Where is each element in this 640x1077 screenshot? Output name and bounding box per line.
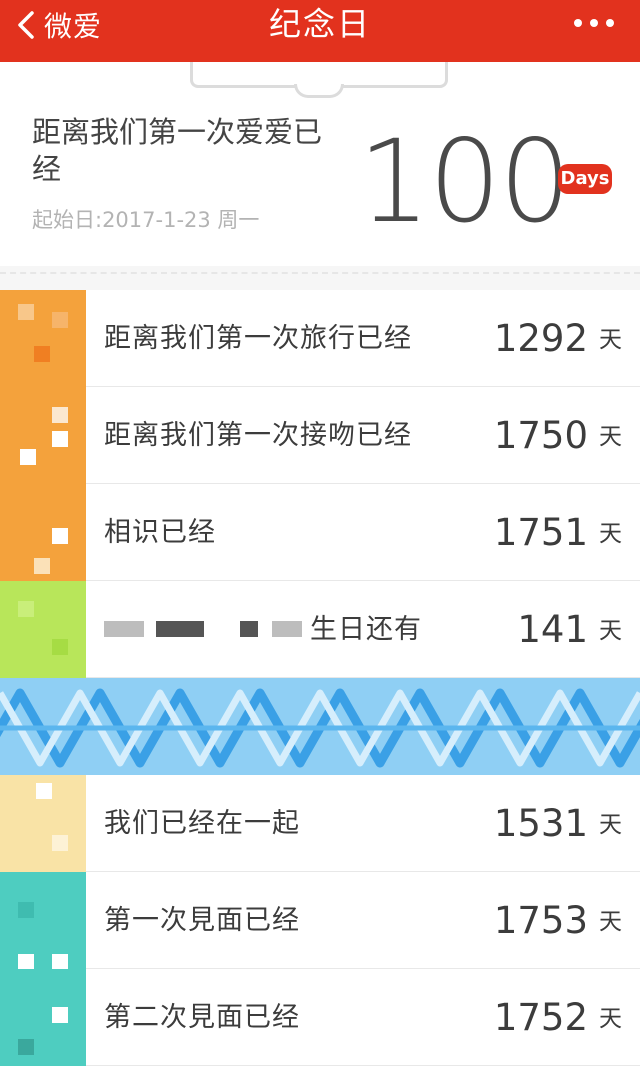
- list-item[interactable]: 我们已经在一起 1531 天: [0, 775, 640, 872]
- list-item-unit: 天: [599, 327, 622, 353]
- list-item-label: 生日还有: [310, 614, 422, 645]
- nav-bar: 微爱 纪念日: [0, 0, 640, 62]
- list-item-unit: 天: [599, 521, 622, 547]
- featured-day-count: 100: [358, 115, 572, 248]
- card-tab-notch: [294, 84, 344, 98]
- list-item-unit: 天: [599, 909, 622, 935]
- list-item-unit: 天: [599, 1006, 622, 1032]
- list-item-label: 距离我们第一次旅行已经: [104, 323, 412, 354]
- featured-start-date: 起始日:2017-1-23 周一: [32, 208, 260, 232]
- list-item-value: 1292: [493, 317, 588, 360]
- redacted-name: [272, 621, 302, 637]
- redacted-name: [156, 621, 204, 637]
- page-title: 纪念日: [268, 5, 371, 43]
- list-item[interactable]: 生日还有 141 天: [0, 581, 640, 678]
- anniversary-icon: [0, 775, 86, 872]
- list-item-label: 相识已经: [104, 517, 216, 548]
- anniversary-icon: [0, 484, 86, 581]
- list-item[interactable]: 第一次見面已经 1753 天: [0, 872, 640, 970]
- anniversary-list: 距离我们第一次旅行已经 1292 天 距离我们第一次接吻已经 1750 天 相识…: [0, 290, 640, 1066]
- more-dots-icon[interactable]: [574, 8, 614, 38]
- decorative-banner: [0, 678, 640, 775]
- list-item-value: 1750: [493, 414, 588, 457]
- list-item[interactable]: 距离我们第一次接吻已经 1750 天: [0, 387, 640, 484]
- list-item-value: 1753: [493, 899, 588, 942]
- list-item-unit: 天: [599, 618, 622, 644]
- list-item-label: 第二次見面已经: [104, 1002, 300, 1033]
- anniversary-icon: [0, 387, 86, 484]
- days-badge: Days: [558, 164, 612, 194]
- anniversary-icon: [0, 872, 86, 970]
- list-item[interactable]: 第二次見面已经 1752 天: [0, 969, 640, 1066]
- list-item[interactable]: 距离我们第一次旅行已经 1292 天: [0, 290, 640, 387]
- featured-title: 距离我们第一次爱爱已经: [32, 115, 323, 186]
- featured-anniversary-card[interactable]: 距离我们第一次爱爱已经 起始日:2017-1-23 周一 100 Days: [0, 62, 640, 270]
- list-item-label: 我们已经在一起: [104, 808, 300, 839]
- redacted-name: [104, 621, 144, 637]
- anniversary-icon: [0, 290, 86, 387]
- list-item[interactable]: 相识已经 1751 天: [0, 484, 640, 581]
- list-item-value: 141: [517, 608, 588, 651]
- list-item-unit: 天: [599, 424, 622, 450]
- redacted-name: [240, 621, 258, 637]
- list-item-value: 1752: [493, 996, 588, 1039]
- list-item-unit: 天: [599, 812, 622, 838]
- list-item-value: 1751: [493, 511, 588, 554]
- list-item-value: 1531: [493, 802, 588, 845]
- anniversary-icon: [0, 969, 86, 1066]
- section-divider: [0, 266, 640, 290]
- list-item-label: 第一次見面已经: [104, 905, 300, 936]
- list-item-label: 距离我们第一次接吻已经: [104, 420, 412, 451]
- anniversary-icon: [0, 581, 86, 678]
